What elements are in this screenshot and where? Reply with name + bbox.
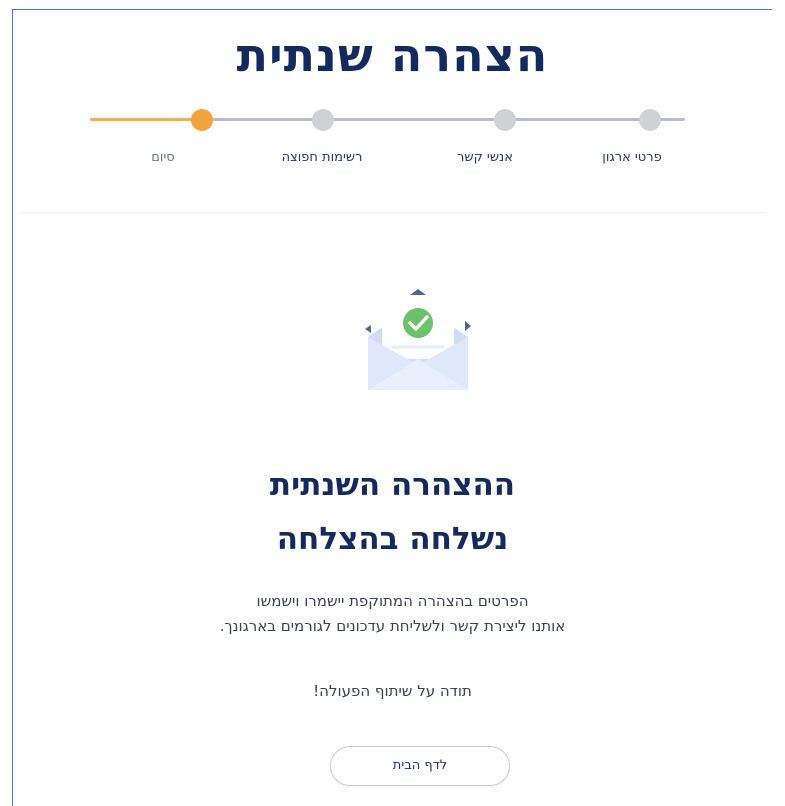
stepper-progress-track	[90, 118, 202, 121]
step-dot-finish	[191, 109, 213, 131]
description-line1: הפרטים בהצהרה המתוקפת יישמרו וישמשו	[256, 592, 529, 610]
success-description: הפרטים בהצהרה המתוקפת יישמרו וישמשו אותנ…	[0, 589, 785, 639]
step-dot-org-details	[639, 109, 661, 131]
success-headline-line2: נשלחה בהצלחה	[276, 521, 509, 557]
envelope-check-icon	[358, 285, 478, 395]
header-divider	[20, 212, 765, 213]
step-label-org-details: פרטי ארגון	[602, 150, 662, 165]
step-label-distribution-lists: רשימות חפוצה	[281, 150, 363, 165]
step-label-contacts: אנשי קשר	[457, 150, 513, 165]
step-dot-distribution-lists	[312, 109, 334, 131]
success-headline: ההצהרה השנתית נשלחה בהצלחה	[0, 458, 785, 566]
stepper-track	[200, 118, 685, 121]
page-title: הצהרה שנתית	[236, 28, 549, 82]
home-button[interactable]: לדף הבית	[330, 746, 510, 786]
thanks-text: תודה על שיתוף הפעולה!	[313, 682, 472, 700]
step-dot-contacts	[494, 109, 516, 131]
progress-stepper: סיום רשימות חפוצה אנשי קשר פרטי ארגון	[90, 100, 690, 180]
step-label-finish: סיום	[151, 150, 175, 165]
success-headline-line1: ההצהרה השנתית	[269, 467, 516, 503]
description-line2: אותנו ליצירת קשר ולשליחת עדכונים לגורמים…	[219, 617, 566, 635]
